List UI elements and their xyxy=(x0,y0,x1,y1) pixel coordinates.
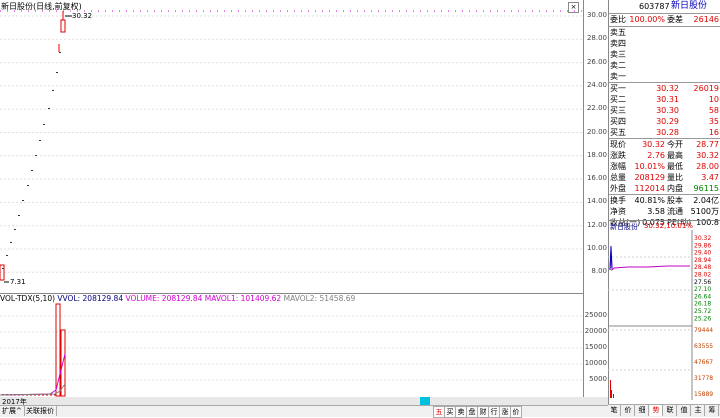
mini-tab[interactable]: 笔 xyxy=(608,405,621,416)
candle xyxy=(52,90,54,91)
buy-level-row: 买二 30.31 10 xyxy=(610,95,719,104)
mini-price-tick: 25.26 xyxy=(694,315,711,322)
cursor-marker-icon[interactable] xyxy=(420,397,430,405)
mini-tab[interactable]: 联 xyxy=(664,405,677,416)
tab-related-quote[interactable]: 关联报价 xyxy=(24,406,57,416)
sell-level-row: 卖二 xyxy=(610,61,626,70)
sell-level-row: 卖五 xyxy=(610,28,626,37)
candle xyxy=(18,215,20,216)
price-tick: 12.00 xyxy=(586,220,607,229)
intraday-mini-chart[interactable]: 新日股份 30.32,10.01% 30.32 29.86 29.40 28.94 28… xyxy=(608,220,720,400)
price-tick: 20.00 xyxy=(586,127,607,136)
tab-extend[interactable]: 扩展^ xyxy=(0,406,25,416)
price-tick: 26.00 xyxy=(586,57,607,66)
price-tick: 10.00 xyxy=(586,244,607,252)
volume-tick: 5000 xyxy=(589,375,607,383)
mini-tab[interactable]: 势 xyxy=(650,405,663,416)
candle xyxy=(27,185,29,186)
price-tick: 14.00 xyxy=(586,197,607,206)
quote-stat-row: 涨幅 10.01% 最低 28.00 xyxy=(610,162,719,171)
price-tick: 24.00 xyxy=(586,80,607,89)
volume-tick: 10000 xyxy=(584,359,607,367)
buy-level-row: 买三 30.30 58 xyxy=(610,106,719,115)
mini-price-tick: 25.72 xyxy=(694,308,711,315)
mini-price-tick: 29.40 xyxy=(694,250,711,257)
mini-volume-tick: 79444 xyxy=(694,327,713,334)
buy-level-row: 买四 30.29 35 xyxy=(610,117,719,126)
buy-level-row: 买五 30.28 16 xyxy=(610,128,719,137)
volume-tick: 25000 xyxy=(584,311,607,319)
mini-canvas: 30.3229.8629.4028.9428.4828.0227.5627.10… xyxy=(608,230,713,400)
buy-level-row: 买一 30.32 26019 xyxy=(610,84,719,93)
kline-chart[interactable]: 新日股份(日线,前复权) × 30.32 7.31 30.00 28.00 26.0… xyxy=(0,0,608,405)
mini-value: 30.32,10.01% xyxy=(644,222,693,230)
mini-volume-tick: 47667 xyxy=(694,359,713,366)
price-tick: 18.00 xyxy=(586,150,607,159)
sell-level-row: 卖四 xyxy=(610,39,626,48)
candle xyxy=(10,242,12,243)
candle xyxy=(43,124,45,125)
volume-canvas xyxy=(0,303,583,397)
mini-price-tick: 28.94 xyxy=(694,257,711,264)
price-tick: 22.00 xyxy=(586,104,607,113)
candle xyxy=(35,155,37,156)
candle xyxy=(56,72,58,73)
candle xyxy=(14,229,16,230)
mini-price-tick: 26.18 xyxy=(694,301,711,308)
quote-stat-row: 涨跌 2.76 最高 30.32 xyxy=(610,151,719,160)
price-tick: 16.00 xyxy=(586,174,607,183)
sell-level-row: 卖一 xyxy=(610,72,626,81)
mini-tab[interactable]: 筹 xyxy=(706,405,719,416)
price-tick: 30.00 xyxy=(586,11,607,19)
low-label: 7.31 xyxy=(10,278,26,286)
quote-stat-row: 总量 208129 量比 3.47 xyxy=(610,173,719,182)
sell-level-row: 卖三 xyxy=(610,50,626,59)
mini-tab[interactable]: 细 xyxy=(636,405,649,416)
fin-stat-row: 净资 3.58 流通 5100万 xyxy=(610,207,719,216)
bottom-tabs: 扩展^ 关联报价 五买卖盘财行涨价 xyxy=(0,405,608,418)
volume-tick: 20000 xyxy=(584,327,607,335)
stock-name: 新日股份 xyxy=(671,1,708,11)
mini-volume-tick: 63555 xyxy=(694,343,713,350)
tool-icon[interactable]: 价 xyxy=(510,406,522,418)
candle xyxy=(60,19,66,33)
mini-price-tick: 26.64 xyxy=(694,293,711,300)
price-axis: 30.00 28.00 26.00 24.00 22.00 20.00 18.00 16.00… xyxy=(583,0,609,400)
high-label: 30.32 xyxy=(72,12,92,20)
candle xyxy=(31,170,33,171)
candle xyxy=(22,200,24,201)
quote-header: 603787 新日股份 xyxy=(609,1,720,12)
volume-tick: 15000 xyxy=(584,343,607,351)
mini-price-tick: 30.32 xyxy=(694,235,711,242)
mini-price-tick: 29.86 xyxy=(694,242,711,249)
candle xyxy=(6,255,8,256)
mini-volume-tick: 31778 xyxy=(694,375,713,382)
status-bar: 2017年 xyxy=(0,397,608,406)
quote-stat-row: 现价 30.32 今开 28.77 xyxy=(610,140,719,149)
candle xyxy=(48,108,50,109)
mini-price-tick: 27.56 xyxy=(694,279,711,286)
mini-tab[interactable]: 值 xyxy=(678,405,691,416)
stock-code: 603787 xyxy=(639,2,670,11)
mini-price-tick: 28.02 xyxy=(694,272,711,279)
price-tick: 8.00 xyxy=(591,267,607,276)
quote-stat-row: 外盘 112014 内盘 96115 xyxy=(610,184,719,193)
mini-price-tick: 28.48 xyxy=(694,264,711,271)
weibi-row: 委比 100.00% 委差 26146 xyxy=(610,15,719,24)
mini-volume-tick: 15889 xyxy=(694,391,713,398)
candle xyxy=(39,140,41,141)
kline-canvas: 30.32 7.31 xyxy=(0,10,583,286)
mini-tabs: 笔价细势联值主筹 xyxy=(608,404,720,417)
mini-price-tick: 27.10 xyxy=(694,286,711,293)
fin-stat-row: 换手 40.81% 股本 2.04亿 xyxy=(610,196,719,205)
mini-tab[interactable]: 价 xyxy=(622,405,635,416)
candle xyxy=(59,52,61,53)
mini-tab[interactable]: 主 xyxy=(692,405,705,416)
price-tick: 28.00 xyxy=(586,34,607,43)
